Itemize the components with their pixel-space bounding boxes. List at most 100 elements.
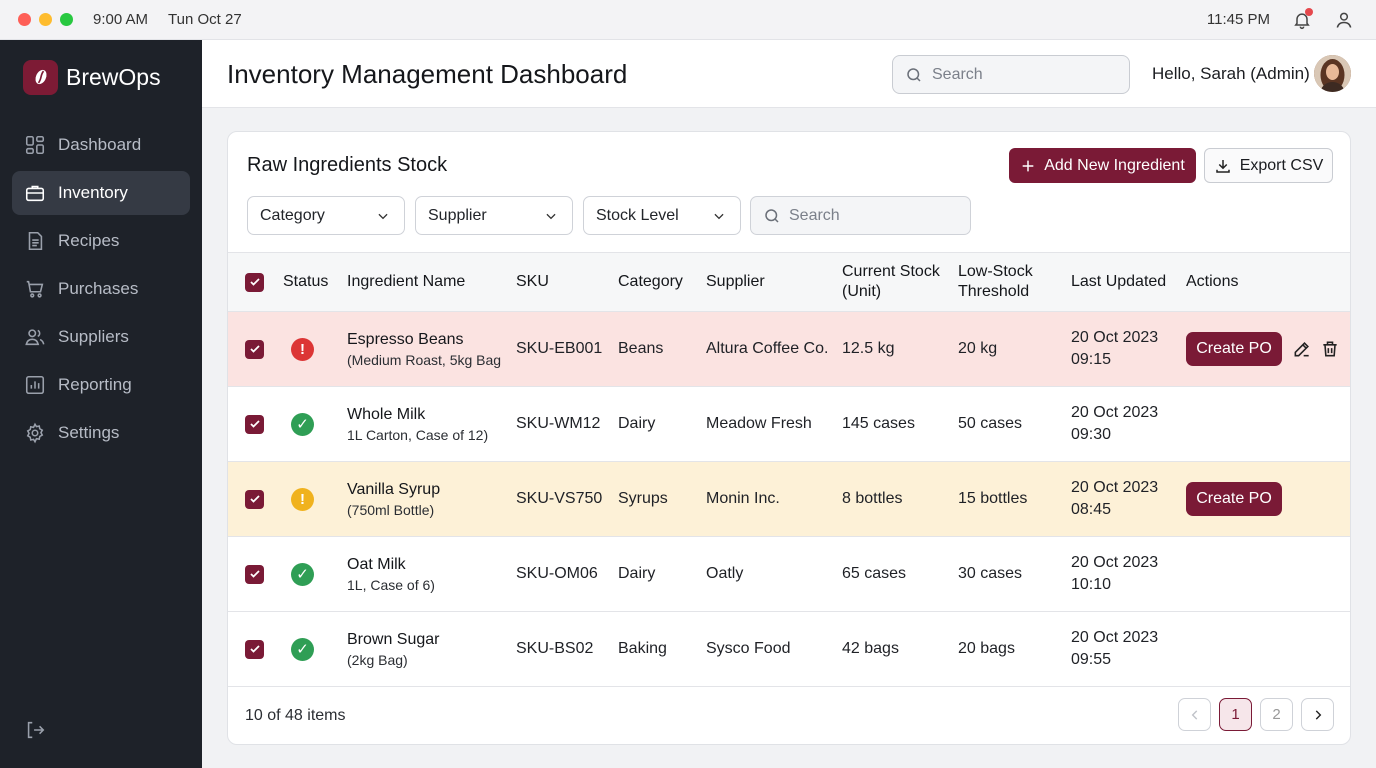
last-updated-time: 09:15 <box>1071 351 1112 368</box>
checkbox-checked-icon <box>245 414 264 434</box>
chart-icon <box>25 375 45 395</box>
clock: 11:45 PM <box>1206 11 1270 28</box>
user-account-icon[interactable] <box>1334 10 1354 30</box>
category-filter-select[interactable]: Category <box>247 196 405 235</box>
system-menu-bar: 9:00 AM Tun Oct 27 11:45 PM <box>0 0 1376 40</box>
close-window-button[interactable] <box>18 13 31 26</box>
global-search-input[interactable]: Search <box>892 55 1130 94</box>
ingredient-name: Vanilla Syrup <box>347 480 441 498</box>
sidebar-item-purchases[interactable]: Purchases <box>12 267 190 311</box>
threshold-cell: 15 bottles <box>958 490 1028 507</box>
table-row[interactable]: ✓ Brown Sugar (2kg Bag) SKU-BS02 Baking Sysco… <box>228 612 1350 687</box>
status-ok-check-icon: ✓ <box>291 562 314 586</box>
trash-icon[interactable] <box>1320 339 1340 359</box>
minimize-window-button[interactable] <box>39 13 52 26</box>
ingredient-name-cell: Espresso Beans (Medium Roast, 5kg Bag <box>347 312 501 386</box>
last-updated-cell: 20 Oct 2023 09:55 <box>1071 612 1158 686</box>
status-critical-alert-icon: ! <box>291 337 314 361</box>
sku-cell: SKU-OM06 <box>516 565 598 582</box>
supplier-cell: Sysco Food <box>706 640 791 657</box>
last-updated-cell: 20 Oct 2023 10:10 <box>1071 537 1158 611</box>
row-checkbox[interactable] <box>245 612 264 686</box>
avatar[interactable] <box>1314 55 1351 92</box>
card-title: Raw Ingredients Stock <box>247 154 448 176</box>
sidebar: BrewOps Dashboard Inventory Recipes Purc… <box>0 40 202 768</box>
row-checkbox[interactable] <box>245 312 264 386</box>
supplier-filter-label: Supplier <box>428 206 487 224</box>
ingredient-detail: (Medium Roast, 5kg Bag <box>347 351 502 368</box>
sidebar-item-suppliers[interactable]: Suppliers <box>12 315 190 359</box>
create-po-button[interactable]: Create PO <box>1186 482 1282 516</box>
col-header-name[interactable]: Ingredient Name <box>347 253 465 311</box>
ingredient-name-cell: Vanilla Syrup (750ml Bottle) <box>347 462 440 536</box>
col-header-last-updated[interactable]: Last Updated <box>1071 253 1166 311</box>
col-header-current-stock[interactable]: Current Stock (Unit) <box>842 253 940 311</box>
table-row[interactable]: ✓ Whole Milk 1L Carton, Case of 12) SKU-WM1… <box>228 387 1350 462</box>
current-stock-cell: 42 bags <box>842 640 899 657</box>
row-checkbox[interactable] <box>245 537 264 611</box>
sidebar-item-dashboard[interactable]: Dashboard <box>12 123 190 167</box>
col-header-threshold[interactable]: Low-Stock Threshold <box>958 253 1033 311</box>
checkbox-checked-icon <box>245 339 264 359</box>
current-stock-cell: 8 bottles <box>842 490 903 507</box>
table-row[interactable]: ! Vanilla Syrup (750ml Bottle) SKU-VS750 Syr… <box>228 462 1350 537</box>
sidebar-item-label: Purchases <box>58 279 139 298</box>
maximize-window-button[interactable] <box>60 13 73 26</box>
next-page-button[interactable] <box>1301 698 1334 731</box>
sidebar-item-settings[interactable]: Settings <box>12 411 190 455</box>
col-header-supplier[interactable]: Supplier <box>706 253 765 311</box>
last-updated-date: 20 Oct 2023 <box>1071 554 1159 571</box>
status-ok-check-icon: ✓ <box>291 412 314 436</box>
sidebar-item-recipes[interactable]: Recipes <box>12 219 190 263</box>
table-search-input[interactable]: Search <box>750 196 971 235</box>
row-checkbox[interactable] <box>245 462 264 536</box>
page-button-1[interactable]: 1 <box>1219 698 1252 731</box>
col-header-current-stock-line2: (Unit) <box>842 283 882 300</box>
supplier-cell: Altura Coffee Co. <box>706 340 829 357</box>
col-header-status[interactable]: Status <box>283 253 328 311</box>
supplier-filter-select[interactable]: Supplier <box>415 196 573 235</box>
notification-bell-icon[interactable] <box>1292 7 1313 30</box>
threshold-cell: 50 cases <box>958 415 1023 432</box>
table-row[interactable]: ✓ Oat Milk 1L, Case of 6) SKU-OM06 Dairy Oatl… <box>228 537 1350 612</box>
category-cell: Syrups <box>618 490 668 507</box>
sidebar-item-label: Inventory <box>58 183 128 202</box>
status-ok-check-icon: ✓ <box>291 637 314 661</box>
page-button-2[interactable]: 2 <box>1260 698 1293 731</box>
edit-icon[interactable] <box>1292 339 1312 359</box>
last-updated-cell: 20 Oct 2023 09:30 <box>1071 387 1158 461</box>
sidebar-item-reporting[interactable]: Reporting <box>12 363 190 407</box>
plus-icon <box>1022 160 1034 171</box>
col-header-category[interactable]: Category <box>618 253 683 311</box>
export-csv-button[interactable]: Export CSV <box>1204 148 1333 183</box>
col-header-current-stock-line1: Current Stock <box>842 263 940 280</box>
ingredients-card: Raw Ingredients Stock Add New Ingredient… <box>227 131 1351 745</box>
brand[interactable]: BrewOps <box>0 40 202 114</box>
system-date: Tun Oct 27 <box>168 11 242 28</box>
select-all-checkbox[interactable] <box>245 253 264 311</box>
checkbox-checked-icon <box>245 639 264 659</box>
sidebar-item-label: Settings <box>58 423 120 442</box>
chevron-down-icon <box>546 213 556 219</box>
last-updated-date: 20 Oct 2023 <box>1071 404 1159 421</box>
checkbox-checked-icon <box>245 272 264 292</box>
sidebar-item-label: Suppliers <box>58 327 129 346</box>
stock-level-filter-select[interactable]: Stock Level <box>583 196 741 235</box>
row-checkbox[interactable] <box>245 387 264 461</box>
last-updated-cell: 20 Oct 2023 09:15 <box>1071 312 1158 386</box>
table-row[interactable]: ! Espresso Beans (Medium Roast, 5kg Bag SKU… <box>228 312 1350 387</box>
sidebar-item-label: Dashboard <box>58 135 142 154</box>
sidebar-item-inventory[interactable]: Inventory <box>12 171 190 215</box>
prev-page-button[interactable] <box>1178 698 1211 731</box>
add-ingredient-label: Add New Ingredient <box>1044 156 1185 174</box>
sidebar-item-label: Reporting <box>58 375 132 394</box>
chevron-down-icon <box>714 213 724 219</box>
create-po-button[interactable]: Create PO <box>1186 332 1282 366</box>
add-ingredient-button[interactable]: Add New Ingredient <box>1009 148 1196 183</box>
ingredient-name: Whole Milk <box>347 405 426 423</box>
logout-icon[interactable] <box>24 719 46 746</box>
category-filter-label: Category <box>260 206 325 224</box>
document-icon <box>28 231 43 251</box>
sku-cell: SKU-VS750 <box>516 490 603 507</box>
col-header-sku[interactable]: SKU <box>516 253 549 311</box>
